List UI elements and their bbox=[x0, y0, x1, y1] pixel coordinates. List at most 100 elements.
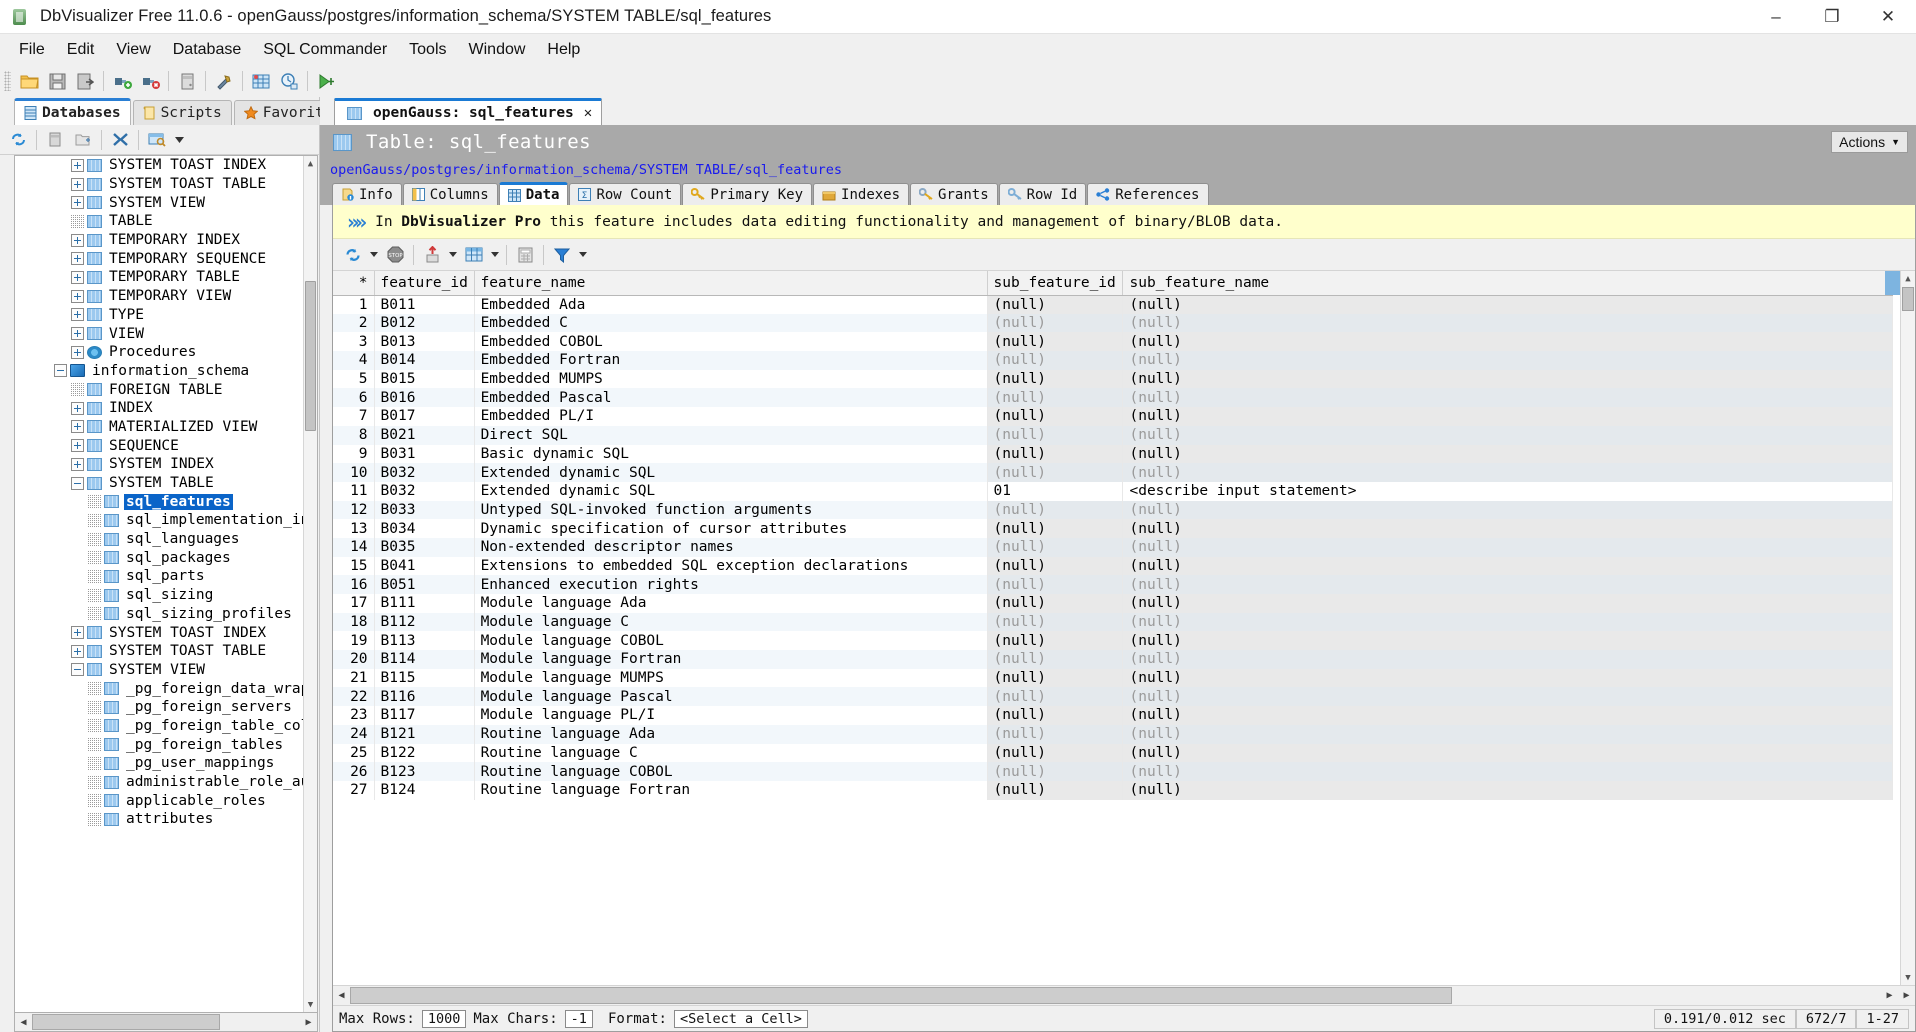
row-number[interactable]: 13 bbox=[333, 519, 375, 538]
scroll-left-arrow[interactable]: ◀ bbox=[15, 1014, 32, 1031]
table-row[interactable]: 6 B016 Embedded Pascal (null) (null) bbox=[333, 388, 1893, 408]
table-cell[interactable]: B032 bbox=[374, 481, 475, 501]
table-cell[interactable]: Routine language C bbox=[474, 743, 988, 763]
monitor-icon[interactable] bbox=[275, 68, 303, 94]
table-cell[interactable]: B031 bbox=[374, 444, 475, 464]
table-cell[interactable]: Direct SQL bbox=[474, 425, 988, 445]
table-row[interactable]: 15 B041 Extensions to embedded SQL excepti… bbox=[333, 556, 1893, 576]
tab-scripts[interactable]: Scripts bbox=[132, 100, 232, 125]
scroll-track[interactable] bbox=[32, 1014, 300, 1030]
tree-vertical-scrollbar[interactable]: ▲ ▼ bbox=[303, 156, 317, 1012]
maximize-button[interactable]: ❐ bbox=[1804, 0, 1860, 34]
tree-item-system-toast-index[interactable]: SYSTEM TOAST INDEX bbox=[15, 156, 317, 175]
tree-item-sql-parts[interactable]: sql_parts bbox=[15, 567, 317, 586]
table-row[interactable]: 27 B124 Routine language Fortran (null) (nul… bbox=[333, 780, 1893, 800]
table-cell[interactable]: Embedded PL/I bbox=[474, 407, 988, 426]
table-cell[interactable]: Embedded Fortran bbox=[474, 351, 988, 370]
table-cell[interactable]: B111 bbox=[374, 594, 475, 613]
tree-item-foreign-table[interactable]: FOREIGN TABLE bbox=[15, 380, 317, 399]
scroll-track[interactable] bbox=[350, 987, 1881, 1004]
row-number[interactable]: 23 bbox=[333, 706, 375, 725]
row-marker-column[interactable]: * bbox=[333, 271, 375, 296]
tree-item-sql-implementation-info[interactable]: sql_implementation_info bbox=[15, 511, 317, 530]
new-folder-icon[interactable] bbox=[69, 127, 97, 153]
expand-icon[interactable] bbox=[71, 626, 84, 640]
tree-item-temporary-table[interactable]: TEMPORARY TABLE bbox=[15, 268, 317, 287]
tree-item-sql-languages[interactable]: sql_languages bbox=[15, 530, 317, 549]
table-cell[interactable]: B122 bbox=[374, 743, 475, 763]
expand-icon[interactable] bbox=[71, 457, 84, 471]
table-cell[interactable]: B013 bbox=[374, 332, 475, 352]
table-cell[interactable]: (null) bbox=[1122, 780, 1893, 800]
table-cell[interactable]: (null) bbox=[987, 780, 1124, 800]
table-cell[interactable]: (null) bbox=[1122, 631, 1893, 651]
chevron-down-icon[interactable] bbox=[576, 242, 590, 268]
table-cell[interactable]: (null) bbox=[987, 706, 1124, 725]
table-cell[interactable]: (null) bbox=[1122, 556, 1893, 576]
filter-view-icon[interactable] bbox=[143, 127, 171, 153]
table-cell[interactable]: (null) bbox=[1122, 724, 1893, 744]
collapse-icon[interactable] bbox=[71, 663, 84, 677]
row-number[interactable]: 14 bbox=[333, 537, 375, 557]
table-cell[interactable]: (null) bbox=[987, 594, 1124, 613]
max-rows-input[interactable]: 1000 bbox=[421, 1009, 467, 1028]
table-cell[interactable]: (null) bbox=[1122, 369, 1893, 389]
row-number[interactable]: 16 bbox=[333, 575, 375, 594]
breadcrumb-path[interactable]: openGauss/postgres/information_schema/SY… bbox=[330, 162, 842, 178]
tree-item-temporary-index[interactable]: TEMPORARY INDEX bbox=[15, 231, 317, 250]
table-cell[interactable]: (null) bbox=[987, 668, 1124, 688]
tree-item-temporary-view[interactable]: TEMPORARY VIEW bbox=[15, 287, 317, 306]
table-row[interactable]: 5 B015 Embedded MUMPS (null) (null) bbox=[333, 369, 1893, 389]
table-cell[interactable]: B034 bbox=[374, 519, 475, 538]
tab-databases[interactable]: Databases bbox=[14, 98, 131, 125]
connect-icon[interactable] bbox=[108, 68, 136, 94]
column-sub-feature-name[interactable]: sub_feature_name bbox=[1122, 271, 1893, 296]
table-row[interactable]: 16 B051 Enhanced execution rights (null) (nu… bbox=[333, 575, 1893, 594]
collapse-icon[interactable] bbox=[54, 364, 67, 378]
table-cell[interactable]: (null) bbox=[987, 687, 1124, 707]
table-cell[interactable]: (null) bbox=[1122, 425, 1893, 445]
table-row[interactable]: 21 B115 Module language MUMPS (null) (null) bbox=[333, 668, 1893, 688]
tree-item-system-view[interactable]: SYSTEM VIEW bbox=[15, 193, 317, 212]
row-number[interactable]: 17 bbox=[333, 594, 375, 613]
table-cell[interactable]: (null) bbox=[987, 500, 1124, 520]
grid-corner-button[interactable] bbox=[1885, 271, 1900, 295]
refresh-icon[interactable] bbox=[4, 127, 32, 153]
tab-info[interactable]: Info bbox=[332, 183, 402, 205]
tab-primary-key[interactable]: Primary Key bbox=[682, 183, 813, 205]
table-row[interactable]: 2 B012 Embedded C (null) (null) bbox=[333, 313, 1893, 333]
table-cell[interactable]: (null) bbox=[987, 313, 1124, 333]
collapse-icon[interactable] bbox=[71, 476, 84, 490]
table-cell[interactable]: Embedded MUMPS bbox=[474, 369, 988, 389]
tree-item-sql-features[interactable]: sql_features bbox=[15, 492, 317, 511]
format-value[interactable]: <Select a Cell> bbox=[673, 1009, 808, 1028]
grid-vertical-scrollbar[interactable]: ▲ ▼ bbox=[1900, 271, 1915, 985]
scroll-end-arrow[interactable]: ▶ bbox=[1898, 987, 1915, 1005]
toolbar-grip[interactable] bbox=[4, 71, 11, 91]
table-cell[interactable]: (null) bbox=[1122, 407, 1893, 426]
scroll-thumb[interactable] bbox=[32, 1014, 220, 1030]
tree-item-administrable-role-authoriza[interactable]: administrable_role_authoriza bbox=[15, 773, 317, 792]
tree-item--pg-foreign-data-wrappers[interactable]: _pg_foreign_data_wrappers bbox=[15, 679, 317, 698]
table-cell[interactable]: B021 bbox=[374, 425, 475, 445]
table-cell[interactable]: B051 bbox=[374, 575, 475, 594]
table-cell[interactable]: Enhanced execution rights bbox=[474, 575, 988, 594]
table-cell[interactable]: (null) bbox=[1122, 463, 1893, 482]
table-row[interactable]: 12 B033 Untyped SQL-invoked function argum… bbox=[333, 500, 1893, 520]
table-cell[interactable]: B116 bbox=[374, 687, 475, 707]
row-number[interactable]: 24 bbox=[333, 724, 375, 744]
table-cell[interactable]: B017 bbox=[374, 407, 475, 426]
scroll-thumb[interactable] bbox=[305, 281, 316, 431]
scroll-down-arrow[interactable]: ▼ bbox=[304, 997, 317, 1012]
expand-icon[interactable] bbox=[71, 345, 84, 359]
table-row[interactable]: 1 B011 Embedded Ada (null) (null) bbox=[333, 295, 1893, 314]
table-cell[interactable]: (null) bbox=[1122, 594, 1893, 613]
table-row[interactable]: 7 B017 Embedded PL/I (null) (null) bbox=[333, 407, 1893, 426]
row-number[interactable]: 2 bbox=[333, 313, 375, 333]
save-as-icon[interactable] bbox=[71, 68, 99, 94]
row-number[interactable]: 15 bbox=[333, 556, 375, 576]
chevron-down-icon[interactable] bbox=[446, 242, 460, 268]
table-row[interactable]: 25 B122 Routine language C (null) (null) bbox=[333, 743, 1893, 763]
table-cell[interactable]: B015 bbox=[374, 369, 475, 389]
table-cell[interactable]: (null) bbox=[987, 556, 1124, 576]
